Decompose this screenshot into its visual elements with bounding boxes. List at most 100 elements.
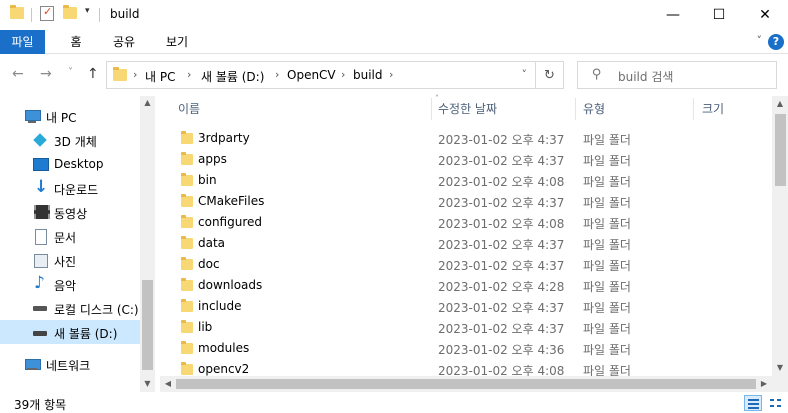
vertical-scroll-thumb[interactable]: [775, 114, 786, 186]
scroll-up-icon[interactable]: ▲: [772, 99, 788, 108]
sidebar-item-label: 새 볼륨 (D:): [54, 327, 118, 341]
file-type: 파일 폴더: [583, 133, 631, 147]
sidebar-item-network[interactable]: 네트워크: [0, 352, 140, 376]
table-row[interactable]: apps 2023-01-02 오후 4:37 파일 폴더: [160, 149, 772, 170]
minimize-button[interactable]: —: [650, 0, 696, 30]
folder-icon: [181, 278, 193, 291]
table-row[interactable]: lib 2023-01-02 오후 4:37 파일 폴더: [160, 317, 772, 338]
file-date: 2023-01-02 오후 4:37: [438, 196, 565, 210]
divider: [99, 8, 100, 22]
breadcrumb-drive-d[interactable]: 새 볼륨 (D:): [201, 68, 264, 85]
scrollbar-corner: [772, 376, 788, 392]
sidebar-item-label: 음악: [54, 279, 77, 293]
sidebar-scroll-thumb[interactable]: [142, 280, 153, 370]
tab-view[interactable]: 보기: [154, 30, 200, 54]
sidebar-item-label: 네트워크: [46, 359, 91, 373]
large-icons-view-button[interactable]: [766, 395, 784, 411]
table-row[interactable]: 3rdparty 2023-01-02 오후 4:37 파일 폴더: [160, 128, 772, 149]
breadcrumb-separator[interactable]: ›: [341, 68, 345, 81]
details-view-button[interactable]: [744, 395, 762, 411]
help-icon[interactable]: ?: [768, 34, 784, 50]
table-row[interactable]: data 2023-01-02 오후 4:37 파일 폴더: [160, 233, 772, 254]
column-header-type[interactable]: 유형: [583, 96, 605, 122]
scroll-up-icon[interactable]: ▲: [140, 98, 155, 107]
tab-file[interactable]: 파일: [0, 30, 45, 54]
scroll-left-icon[interactable]: ◀: [162, 379, 174, 388]
tab-share[interactable]: 공유: [101, 30, 147, 54]
breadcrumb-separator[interactable]: ›: [389, 68, 393, 81]
sidebar-item-3d-objects[interactable]: 3D 개체: [0, 128, 140, 152]
folder-icon: [181, 152, 193, 165]
sidebar-item-music[interactable]: 음악: [0, 272, 140, 296]
properties-icon[interactable]: ✓: [40, 5, 54, 21]
table-row[interactable]: doc 2023-01-02 오후 4:37 파일 폴더: [160, 254, 772, 275]
sidebar-scrollbar[interactable]: ▲ ▼: [140, 96, 155, 392]
maximize-button[interactable]: ☐: [696, 0, 742, 30]
sidebar-item-desktop[interactable]: Desktop: [0, 152, 140, 176]
file-list: ˄ 이름 수정한 날짜 유형 크기 3rdparty 2023-01-02 오후 …: [160, 94, 788, 392]
column-divider[interactable]: [693, 98, 694, 120]
file-date: 2023-01-02 오후 4:08: [438, 175, 565, 189]
scroll-right-icon[interactable]: ▶: [758, 379, 770, 388]
sidebar-item-volume-d[interactable]: 새 볼륨 (D:): [0, 320, 140, 344]
navigation-bar: ← → ˅ ↑ › 내 PC › 새 볼륨 (D:) › OpenCV › bu…: [0, 54, 788, 96]
scroll-down-icon[interactable]: ▼: [140, 379, 155, 388]
refresh-button[interactable]: ↻: [536, 61, 564, 89]
table-row[interactable]: modules 2023-01-02 오후 4:36 파일 폴더: [160, 338, 772, 359]
breadcrumb-opencv[interactable]: OpenCV: [287, 68, 336, 82]
back-button[interactable]: ←: [12, 66, 24, 82]
table-row[interactable]: bin 2023-01-02 오후 4:08 파일 폴더: [160, 170, 772, 191]
desktop-icon: [32, 156, 49, 172]
folder-icon: [181, 299, 193, 312]
column-header-date[interactable]: 수정한 날짜: [438, 96, 497, 122]
file-name: 3rdparty: [198, 131, 250, 145]
ribbon-tabs: 파일 홈 공유 보기 ˅ ?: [0, 30, 788, 54]
column-divider[interactable]: [431, 98, 432, 120]
table-row[interactable]: include 2023-01-02 오후 4:37 파일 폴더: [160, 296, 772, 317]
tab-home[interactable]: 홈: [58, 30, 94, 54]
breadcrumb-this-pc[interactable]: 내 PC: [145, 68, 175, 85]
file-date: 2023-01-02 오후 4:37: [438, 238, 565, 252]
scroll-down-icon[interactable]: ▼: [772, 363, 788, 372]
3d-objects-icon: [32, 132, 48, 148]
sidebar-item-documents[interactable]: 문서: [0, 224, 140, 248]
file-type: 파일 폴더: [583, 196, 631, 210]
breadcrumb-separator[interactable]: ›: [275, 68, 279, 81]
sidebar-item-label: 내 PC: [46, 111, 77, 125]
address-dropdown-icon[interactable]: ˅: [522, 68, 528, 81]
folder-icon: [181, 215, 193, 228]
close-button[interactable]: ✕: [742, 0, 788, 30]
file-type: 파일 폴더: [583, 259, 631, 273]
sidebar-item-label: 문서: [54, 231, 77, 245]
breadcrumb-separator[interactable]: ›: [133, 68, 137, 81]
recent-locations-button[interactable]: ˅: [68, 67, 73, 78]
file-list-horizontal-scrollbar[interactable]: ◀ ▶: [160, 376, 772, 392]
forward-button[interactable]: →: [40, 66, 52, 82]
sidebar-item-pictures[interactable]: 사진: [0, 248, 140, 272]
up-button[interactable]: ↑: [87, 66, 99, 82]
table-row[interactable]: CMakeFiles 2023-01-02 오후 4:37 파일 폴더: [160, 191, 772, 212]
table-row[interactable]: downloads 2023-01-02 오후 4:28 파일 폴더: [160, 275, 772, 296]
file-type: 파일 폴더: [583, 154, 631, 168]
search-input[interactable]: ⚲ build 검색: [577, 61, 777, 89]
expand-ribbon-icon[interactable]: ˅: [757, 34, 763, 47]
horizontal-scroll-thumb[interactable]: [176, 379, 756, 389]
file-date: 2023-01-02 오후 4:37: [438, 154, 565, 168]
column-divider[interactable]: [575, 98, 576, 120]
column-header-name[interactable]: 이름: [178, 96, 200, 122]
picture-icon: [32, 252, 48, 268]
folder-icon: [113, 67, 127, 81]
new-folder-icon[interactable]: [63, 5, 77, 19]
breadcrumb-build[interactable]: build: [353, 68, 383, 82]
file-date: 2023-01-02 오후 4:37: [438, 133, 565, 147]
sidebar-item-this-pc[interactable]: 내 PC: [0, 104, 140, 128]
sidebar-item-downloads[interactable]: 다운로드: [0, 176, 140, 200]
sidebar-item-videos[interactable]: 동영상: [0, 200, 140, 224]
table-row[interactable]: configured 2023-01-02 오후 4:08 파일 폴더: [160, 212, 772, 233]
address-bar[interactable]: › 내 PC › 새 볼륨 (D:) › OpenCV › build › ˅: [106, 61, 536, 89]
file-list-vertical-scrollbar[interactable]: ▲ ▼: [772, 96, 788, 376]
column-header-size[interactable]: 크기: [702, 96, 724, 122]
quick-access-dropdown-icon[interactable]: ▾: [85, 6, 90, 16]
sidebar-item-local-disk-c[interactable]: 로컬 디스크 (C:): [0, 296, 140, 320]
breadcrumb-separator[interactable]: ›: [187, 68, 191, 81]
